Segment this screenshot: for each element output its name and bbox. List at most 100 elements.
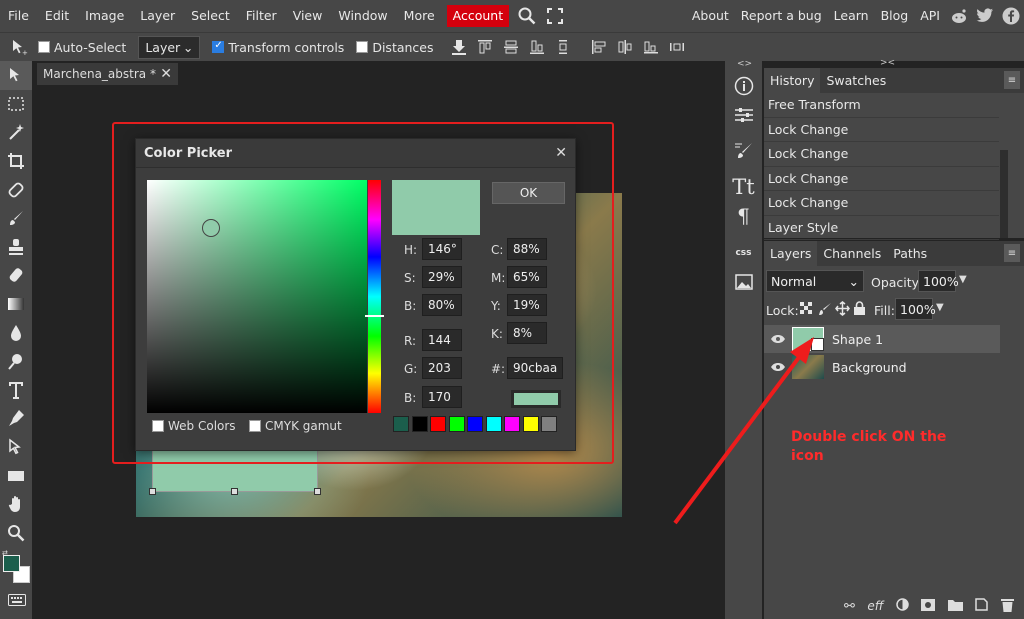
panel-menu-icon[interactable]: ≡ [1004, 244, 1020, 262]
distribute-vertical-icon[interactable] [550, 35, 576, 59]
new-layer-icon[interactable] [975, 598, 989, 614]
pen-tool-icon[interactable] [0, 404, 32, 433]
dodge-tool-icon[interactable] [0, 347, 32, 376]
auto-select-box[interactable] [38, 41, 50, 53]
eraser-tool-icon[interactable] [0, 261, 32, 290]
opacity-input[interactable]: 100% [918, 270, 959, 292]
brush-settings-icon[interactable] [730, 137, 757, 164]
visibility-eye-icon[interactable] [764, 362, 792, 372]
twitter-icon[interactable] [972, 0, 998, 32]
character-icon[interactable]: Tt [730, 173, 757, 200]
tab-history[interactable]: History [764, 68, 821, 93]
layer-effects-icon[interactable]: eff [867, 599, 883, 613]
adjustment-layer-icon[interactable] [896, 598, 909, 614]
align-left-icon[interactable] [586, 35, 612, 59]
menu-edit[interactable]: Edit [37, 0, 77, 32]
crop-tool-icon[interactable] [0, 147, 32, 176]
magic-wand-icon[interactable] [0, 118, 32, 147]
hand-tool-icon[interactable] [0, 490, 32, 519]
transform-handle[interactable] [314, 488, 321, 495]
account-button[interactable]: Account [446, 5, 510, 27]
menu-image[interactable]: Image [77, 0, 132, 32]
new-folder-icon[interactable] [947, 599, 963, 614]
history-item[interactable]: Lock Change [764, 142, 999, 167]
layer-thumbnail-shape-icon[interactable] [792, 327, 824, 351]
history-item[interactable]: Lock Change [764, 167, 999, 191]
text-tool-icon[interactable] [0, 376, 32, 405]
distances-checkbox[interactable]: Distances [356, 40, 434, 55]
close-tab-icon[interactable]: ✕ [160, 66, 172, 82]
gradient-tool-icon[interactable] [0, 290, 32, 319]
link-api[interactable]: API [914, 0, 946, 32]
align-right-icon[interactable] [638, 35, 664, 59]
lock-transparency-icon[interactable] [800, 302, 814, 319]
paragraph-icon[interactable]: ¶ [730, 202, 757, 229]
history-scrollbar[interactable] [1000, 150, 1008, 238]
lock-all-icon[interactable] [853, 301, 866, 319]
reddit-icon[interactable] [946, 0, 972, 32]
document-tab[interactable]: Marchena_abstra * ✕ [37, 63, 178, 85]
history-item[interactable]: Lock Change [764, 191, 999, 216]
align-top-icon[interactable] [472, 35, 498, 59]
tab-swatches[interactable]: Swatches [820, 68, 892, 93]
history-item[interactable]: Layer Style [764, 216, 999, 240]
fill-dropdown-icon[interactable]: ▼ [936, 302, 944, 313]
distribute-horizontal-icon[interactable] [664, 35, 690, 59]
path-select-icon[interactable] [0, 433, 32, 462]
collapse-right-icon[interactable]: >< [880, 58, 895, 68]
facebook-icon[interactable] [998, 0, 1024, 32]
marquee-tool-icon[interactable] [0, 90, 32, 119]
blur-tool-icon[interactable] [0, 318, 32, 347]
zoom-tool-icon[interactable] [0, 519, 32, 548]
link-blog[interactable]: Blog [875, 0, 915, 32]
tab-paths[interactable]: Paths [887, 241, 933, 266]
history-item[interactable]: Free Transform [764, 93, 999, 118]
auto-select-checkbox[interactable]: Auto-Select [38, 40, 126, 55]
lock-position-icon[interactable] [835, 301, 850, 319]
link-layers-icon[interactable]: ⚯ [844, 599, 855, 614]
transform-handle[interactable] [231, 488, 238, 495]
link-learn[interactable]: Learn [828, 0, 875, 32]
download-icon[interactable] [446, 35, 472, 59]
panel-menu-icon[interactable]: ≡ [1004, 71, 1020, 89]
layer-row-shape-1[interactable]: Shape 1 [764, 325, 1000, 353]
visibility-eye-icon[interactable] [764, 334, 792, 344]
menu-more[interactable]: More [396, 0, 443, 32]
fullscreen-icon[interactable] [541, 0, 569, 32]
adjustments-icon[interactable] [730, 101, 757, 128]
info-icon[interactable] [730, 72, 757, 99]
collapse-left-icon[interactable]: <> [737, 59, 752, 69]
tab-layers[interactable]: Layers [764, 241, 818, 266]
distances-box[interactable] [356, 41, 369, 53]
menu-window[interactable]: Window [330, 0, 395, 32]
foreground-color-swatch[interactable] [3, 555, 20, 572]
tab-channels[interactable]: Channels [817, 241, 887, 266]
transform-controls-box[interactable] [212, 40, 225, 53]
rectangle-tool-icon[interactable] [0, 461, 32, 490]
layer-name[interactable]: Shape 1 [832, 332, 883, 347]
menu-file[interactable]: File [0, 0, 37, 32]
delete-layer-icon[interactable] [1000, 598, 1014, 615]
healing-brush-icon[interactable] [0, 175, 32, 204]
menu-layer[interactable]: Layer [132, 0, 183, 32]
link-about[interactable]: About [686, 0, 735, 32]
image-icon[interactable] [730, 268, 757, 295]
transform-handle[interactable] [149, 488, 156, 495]
lock-pixels-icon[interactable] [818, 302, 832, 319]
align-vcenter-icon[interactable] [498, 35, 524, 59]
layer-thumbnail-image[interactable] [792, 355, 824, 379]
search-icon[interactable] [513, 0, 541, 32]
menu-select[interactable]: Select [183, 0, 238, 32]
move-tool-icon[interactable] [0, 61, 32, 90]
css-icon[interactable]: css [730, 239, 757, 266]
blend-mode-select[interactable]: Normal ⌄ [766, 270, 864, 292]
layer-mask-icon[interactable] [921, 598, 936, 614]
clone-stamp-icon[interactable] [0, 233, 32, 262]
opacity-dropdown-icon[interactable]: ▼ [959, 274, 967, 285]
layer-row-background[interactable]: Background [764, 353, 1000, 381]
brush-tool-icon[interactable] [0, 204, 32, 233]
link-report-bug[interactable]: Report a bug [735, 0, 828, 32]
transform-controls-checkbox[interactable]: Transform controls [212, 40, 344, 55]
layer-name[interactable]: Background [832, 360, 907, 375]
history-item[interactable]: Lock Change [764, 118, 999, 142]
